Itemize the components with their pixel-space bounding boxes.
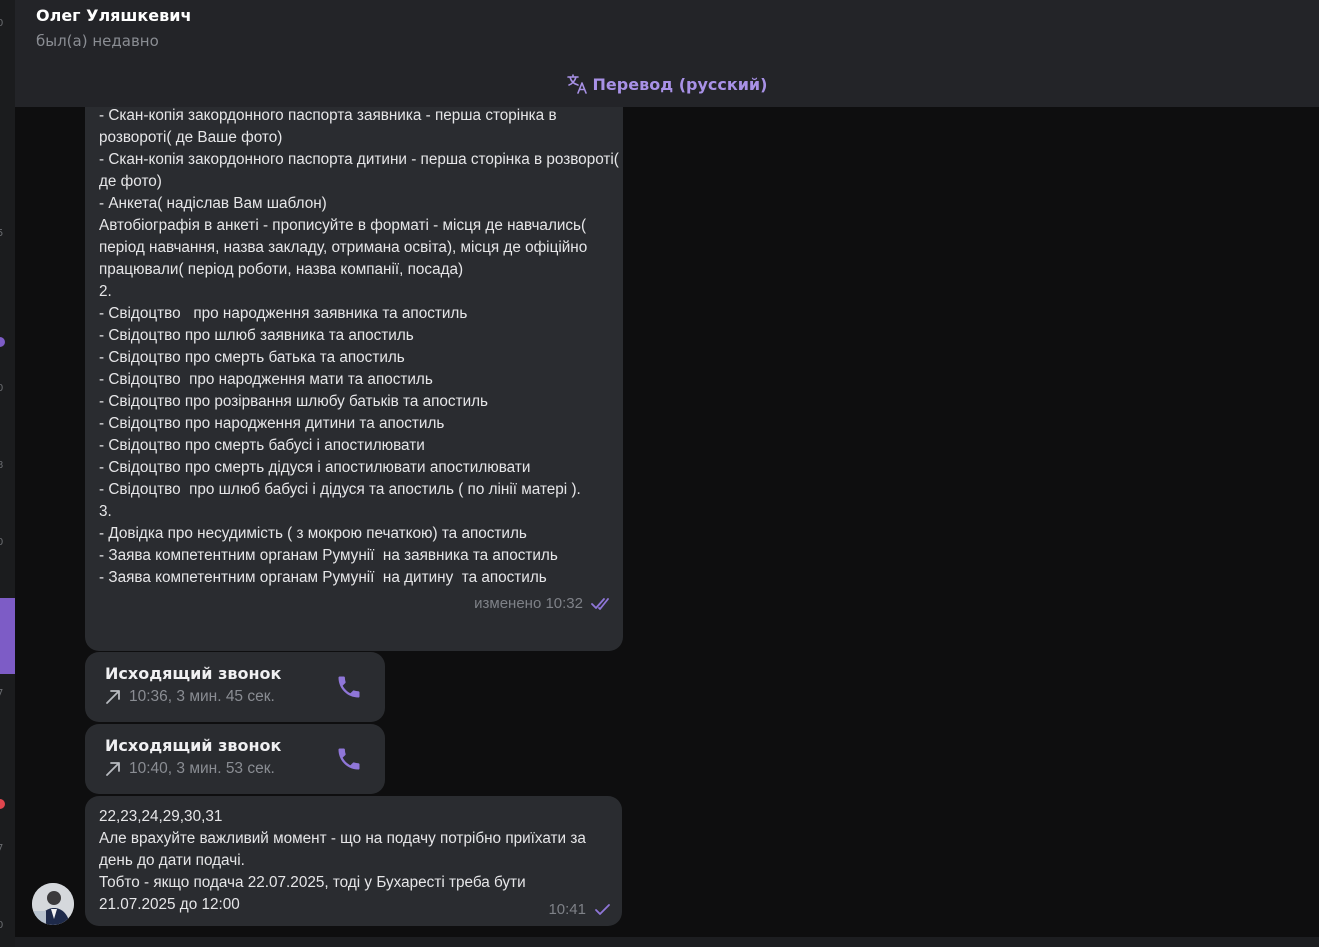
outgoing-call-bubble[interactable]: Исходящий звонок 10:36, 3 мин. 45 сек.: [85, 652, 385, 722]
call-info: 10:36, 3 мин. 45 сек.: [105, 688, 275, 706]
call-info: 10:40, 3 мин. 53 сек.: [105, 760, 275, 778]
outgoing-call-bubble[interactable]: Исходящий звонок 10:40, 3 мин. 53 сек.: [85, 724, 385, 794]
message-text: - Скан-копія закордонного паспорта заявн…: [99, 107, 619, 586]
sidebar-fragment: 0: [0, 383, 4, 394]
unread-dot: [0, 337, 5, 347]
translate-icon: [566, 74, 587, 94]
outgoing-arrow-icon: [106, 690, 120, 704]
message-bubble[interactable]: - Скан-копія закордонного паспорта заявн…: [85, 107, 623, 651]
selected-chat-highlight[interactable]: [0, 598, 15, 674]
contact-status: был(а) недавно: [36, 32, 159, 50]
sidebar-fragment: 8: [0, 460, 4, 471]
message-meta: изменено 10:32: [474, 595, 613, 612]
chat-header: Олег Уляшкевич был(а) недавно Перевод (р…: [15, 0, 1319, 107]
sidebar-fragment: 0: [0, 920, 4, 931]
call-details: 10:36, 3 мин. 45 сек.: [129, 688, 275, 705]
message-list: - Скан-копія закордонного паспорта заявн…: [15, 107, 1319, 937]
message-time: 10:41: [548, 901, 586, 918]
sidebar-fragment: 7: [0, 843, 4, 854]
double-check-icon: [591, 597, 609, 610]
sidebar-fragment: 0: [0, 18, 4, 29]
call-title: Исходящий звонок: [105, 736, 282, 755]
message-meta: 10:41: [548, 901, 612, 918]
phone-icon[interactable]: [335, 745, 363, 773]
contact-name[interactable]: Олег Уляшкевич: [36, 6, 191, 25]
chat-list-edge: 0 5 0 8 0 7 7 0: [0, 0, 15, 947]
sidebar-fragment: 7: [0, 688, 4, 699]
message-bubble[interactable]: 22,23,24,29,30,31 Але врахуйте важливий …: [85, 796, 622, 926]
phone-icon[interactable]: [335, 673, 363, 701]
composer-edge: [15, 937, 1319, 947]
contact-avatar[interactable]: [32, 883, 74, 925]
translate-label: Перевод (русский): [592, 74, 768, 94]
edited-time: изменено 10:32: [474, 595, 583, 612]
avatar-photo: [32, 883, 74, 925]
translate-bar[interactable]: Перевод (русский): [15, 66, 1319, 102]
notification-dot: [0, 799, 5, 809]
message-text: 22,23,24,29,30,31 Але врахуйте важливий …: [99, 808, 586, 913]
call-title: Исходящий звонок: [105, 664, 282, 683]
outgoing-arrow-icon: [106, 762, 120, 776]
call-details: 10:40, 3 мин. 53 сек.: [129, 760, 275, 777]
sidebar-fragment: 5: [0, 228, 4, 239]
single-check-icon: [595, 903, 610, 915]
sidebar-fragment: 0: [0, 537, 4, 548]
